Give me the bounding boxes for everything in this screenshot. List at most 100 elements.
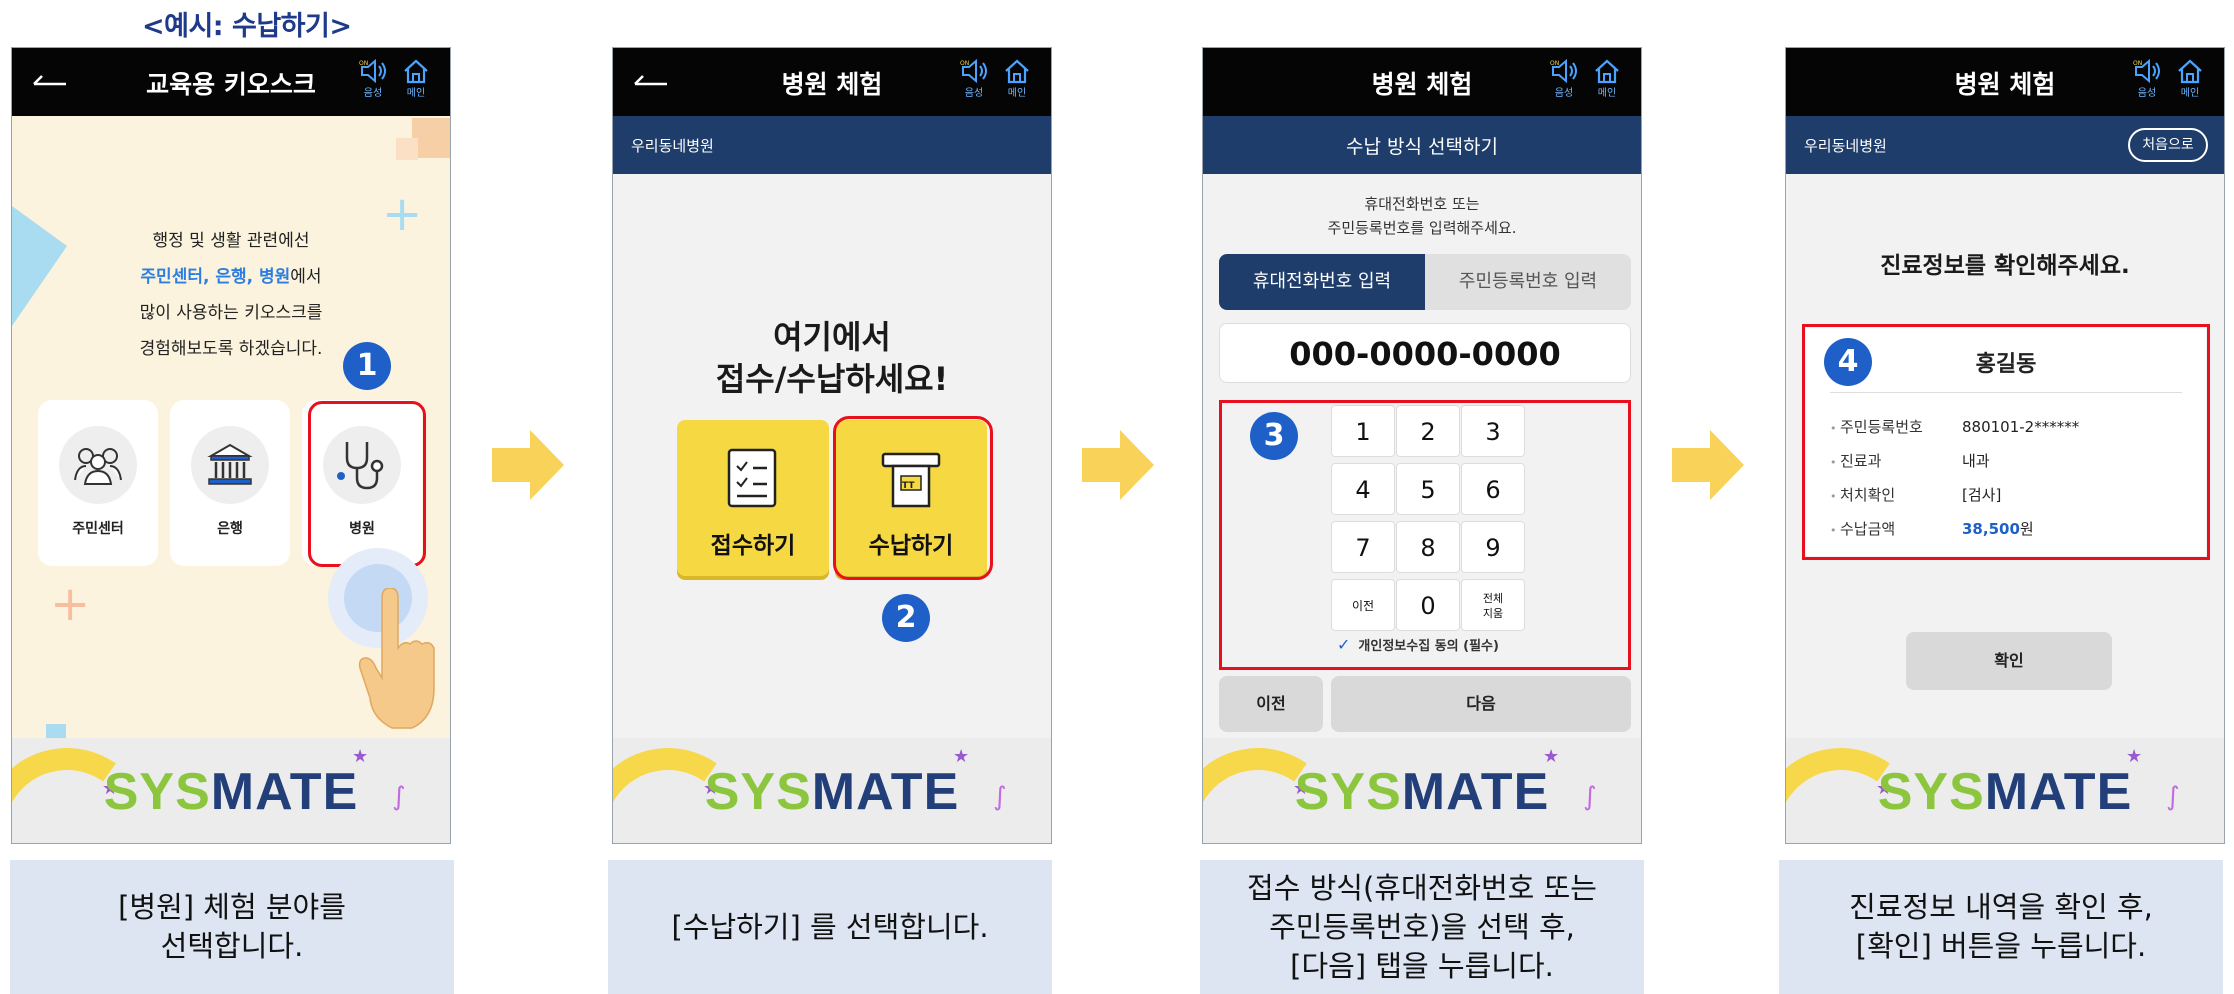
instruction-text: 휴대전화번호 또는 주민등록번호를 입력해주세요.: [1203, 192, 1641, 240]
intro-line: 주민센터, 은행, 병원에서: [12, 259, 450, 295]
voice-button[interactable]: ON 음성: [358, 58, 388, 104]
caption-step-4: 진료정보 내역을 확인 후, [확인] 버튼을 누릅니다.: [1779, 860, 2223, 994]
headline: 진료정보를 확인해주세요.: [1880, 253, 2130, 279]
keypad-key[interactable]: 5: [1396, 463, 1460, 515]
speaker-icon: ON: [1550, 58, 1577, 84]
keypad-key[interactable]: 3: [1461, 405, 1525, 457]
card-label: 주민센터: [72, 521, 124, 537]
clear-key-line: 지움: [1482, 607, 1504, 620]
caption-line: 선택합니다.: [160, 929, 304, 963]
prev-button[interactable]: 이전: [1219, 676, 1323, 732]
sysmate-banner: ★ ★ ∫ SYSMATE: [12, 738, 450, 843]
top-bar: 병원 체험 ON 음성 메인: [1203, 48, 1641, 116]
highlight-box: [833, 416, 993, 580]
next-step-arrow-icon: [1672, 430, 1744, 500]
logo-part: SYS: [1877, 763, 1985, 821]
category-card-community-center[interactable]: 주민센터: [38, 400, 158, 566]
logo-part: SYS: [704, 763, 812, 821]
next-button[interactable]: 다음: [1331, 676, 1631, 732]
step-badge: 2: [882, 594, 930, 642]
tab-phone-number[interactable]: 휴대전화번호 입력: [1219, 254, 1425, 310]
svg-text:ON: ON: [1550, 60, 1559, 67]
hospital-name: 우리동네병원: [631, 137, 714, 155]
caption-line: 주민등록번호)을 선택 후,: [1269, 909, 1575, 944]
top-bar: 병원 체험 ON 음성 메인: [613, 48, 1051, 116]
sysmate-logo: SYSMATE: [1786, 762, 2224, 822]
caption-line: [확인] 버튼을 누릅니다.: [1855, 929, 2147, 963]
caption-line: [병원] 체험 분야를: [118, 890, 346, 924]
headline: 여기에서 접수/수납하세요!: [613, 316, 1051, 400]
consent-checkbox[interactable]: ✓ 개인정보수집 동의 (필수): [1337, 635, 1499, 654]
keypad-key[interactable]: 8: [1396, 521, 1460, 573]
people-icon: [59, 426, 137, 504]
home-button[interactable]: 메인: [2175, 58, 2205, 104]
top-bar: 교육용 키오스크 ON 음성 메인: [12, 48, 450, 116]
keypad-clear-key[interactable]: 전체지움: [1461, 579, 1525, 631]
caption-line: 접수 방식(휴대전화번호 또는: [1247, 870, 1597, 905]
voice-button[interactable]: ON 음성: [2132, 58, 2162, 104]
instruction-line: 휴대전화번호 또는: [1364, 195, 1480, 213]
home-label: 메인: [1007, 88, 1027, 99]
pointing-hand-icon: [358, 588, 435, 729]
phone-number-field[interactable]: 000-0000-0000: [1219, 323, 1631, 383]
keypad-key[interactable]: 0: [1396, 579, 1460, 631]
voice-button[interactable]: ON 음성: [959, 58, 989, 104]
bank-icon: [191, 426, 269, 504]
logo-part: MATE: [1401, 763, 1550, 821]
category-card-bank[interactable]: 은행: [170, 400, 290, 566]
confirm-button[interactable]: 확인: [1906, 632, 2112, 690]
home-button[interactable]: 메인: [401, 58, 431, 104]
intro-line: 많이 사용하는 키오스크를: [139, 303, 323, 323]
keypad-key[interactable]: 1: [1331, 405, 1395, 457]
intro-line: 행정 및 생활 관련에선: [152, 231, 310, 251]
sysmate-logo: SYSMATE: [12, 762, 450, 822]
next-step-arrow-icon: [1082, 430, 1154, 500]
checklist-icon: [727, 448, 777, 508]
keypad-key[interactable]: 4: [1331, 463, 1395, 515]
voice-label: 음성: [964, 88, 984, 99]
restart-button[interactable]: 처음으로: [2128, 128, 2208, 162]
home-label: 메인: [406, 88, 426, 99]
top-bar: 병원 체험 ON 음성 메인: [1786, 48, 2224, 116]
clear-key-line: 전체: [1482, 592, 1504, 605]
caption-line: 진료정보 내역을 확인 후,: [1849, 890, 2153, 924]
step-badge: 3: [1250, 412, 1298, 460]
speaker-icon: ON: [2133, 58, 2160, 84]
next-step-arrow-icon: [492, 430, 564, 500]
voice-button[interactable]: ON 음성: [1549, 58, 1579, 104]
sysmate-banner: ★ ★ ∫ SYSMATE: [1786, 738, 2224, 843]
reception-button[interactable]: 접수하기: [677, 420, 829, 576]
kiosk-screen-3: 병원 체험 ON 음성 메인 수납 방식 선택하기 휴대전화번호 또는 주민등록…: [1202, 47, 1642, 844]
sub-bar: 우리동네병원: [613, 116, 1051, 174]
sub-bar-title: 수납 방식 선택하기: [1346, 136, 1498, 158]
keypad-prev-key[interactable]: 이전: [1331, 579, 1395, 631]
home-icon: [2178, 59, 2202, 84]
sub-bar: 수납 방식 선택하기: [1203, 116, 1641, 174]
consent-label: 개인정보수집 동의 (필수): [1358, 639, 1499, 654]
keypad-key[interactable]: 6: [1461, 463, 1525, 515]
card-label: 은행: [217, 521, 243, 537]
kiosk-screen-1: 교육용 키오스크 ON 음성 메인 + + 행정 및 생활 관련에선 주민센터,…: [11, 47, 451, 844]
tab-resident-number[interactable]: 주민등록번호 입력: [1425, 254, 1631, 310]
caption-line: [수납하기] 를 선택합니다.: [671, 909, 989, 944]
intro-highlight: 주민센터, 은행, 병원: [140, 267, 291, 287]
logo-part: MATE: [210, 763, 359, 821]
check-icon: ✓: [1337, 635, 1351, 654]
logo-part: MATE: [1984, 763, 2133, 821]
home-button[interactable]: 메인: [1592, 58, 1622, 104]
keypad-key[interactable]: 7: [1331, 521, 1395, 573]
svg-text:ON: ON: [359, 60, 368, 67]
svg-text:ON: ON: [960, 60, 969, 67]
caption-step-3: 접수 방식(휴대전화번호 또는 주민등록번호)을 선택 후, [다음] 탭을 누릅니…: [1200, 860, 1644, 994]
keypad-key[interactable]: 9: [1461, 521, 1525, 573]
sub-bar: 우리동네병원 처음으로: [1786, 116, 2224, 174]
sysmate-banner: ★ ★ ∫ SYSMATE: [613, 738, 1051, 843]
logo-part: MATE: [811, 763, 960, 821]
instruction-line: 주민등록번호를 입력해주세요.: [1327, 219, 1517, 237]
voice-label: 음성: [2137, 88, 2157, 99]
svg-text:ON: ON: [2133, 60, 2142, 67]
home-button[interactable]: 메인: [1002, 58, 1032, 104]
keypad-key[interactable]: 2: [1396, 405, 1460, 457]
voice-label: 음성: [1554, 88, 1574, 99]
logo-part: SYS: [103, 763, 211, 821]
